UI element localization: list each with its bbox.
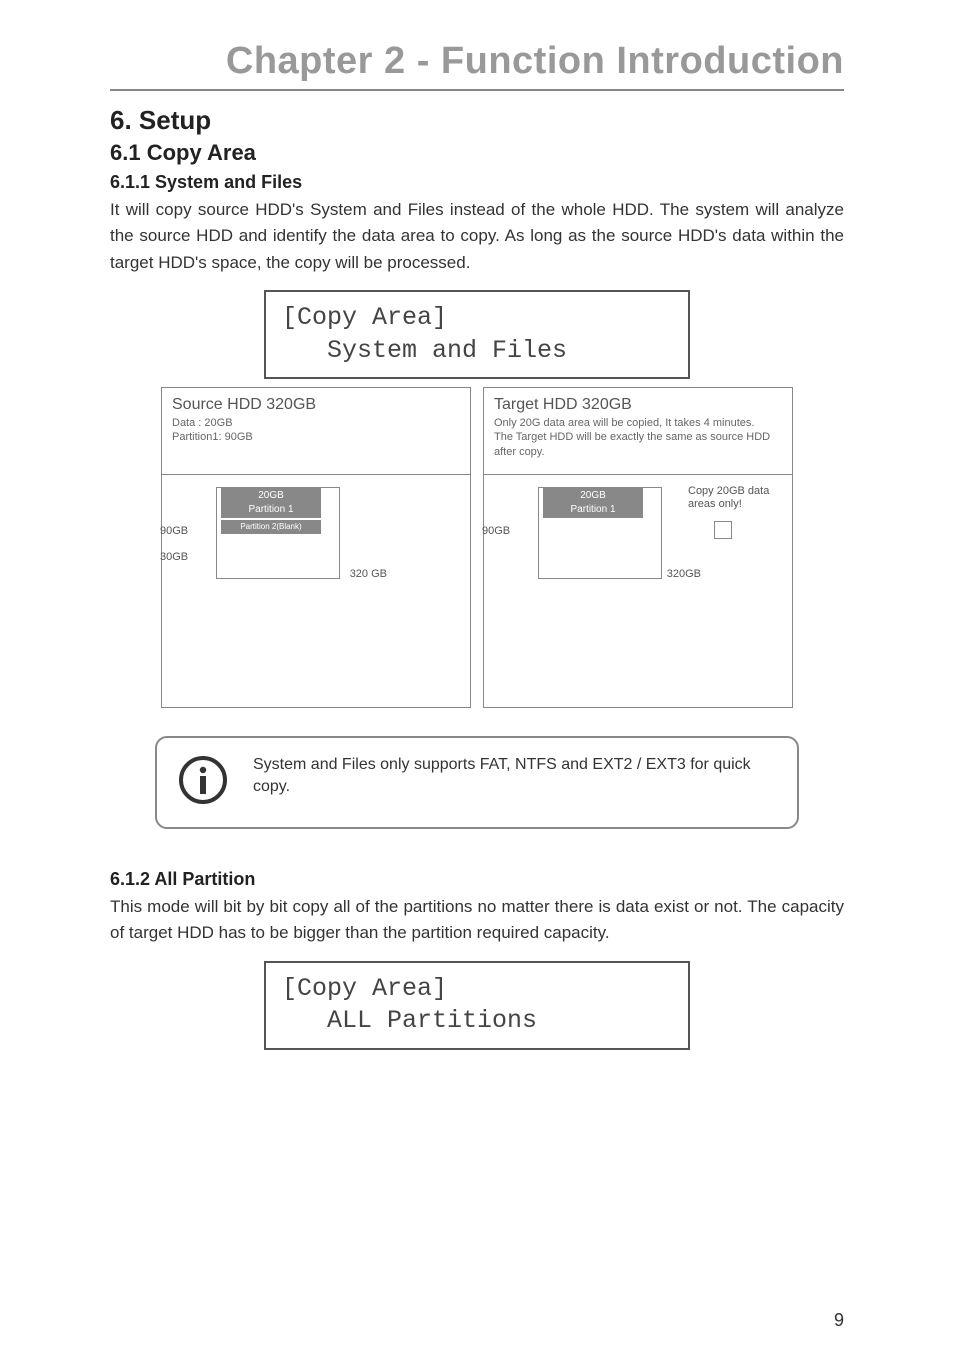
paragraph-system-and-files: It will copy source HDD's System and Fil… (110, 197, 844, 276)
chapter-title: Chapter 2 - Function Introduction (110, 40, 844, 91)
target-left-label-1: 90GB (482, 525, 510, 537)
info-note-box: System and Files only supports FAT, NTFS… (155, 736, 799, 829)
heading-system-and-files: 6.1.1 System and Files (110, 172, 844, 193)
target-hdd-sub2: The Target HDD will be exactly the same … (494, 430, 782, 459)
target-callout-box (714, 521, 732, 539)
target-total-label: 320GB (667, 568, 701, 580)
target-hdd-illustration: 320GB 90GB 20GB Partition 1 (524, 487, 694, 519)
source-left-label-1: 90GB (160, 525, 188, 537)
source-left-label-2: 30GB (160, 551, 188, 563)
target-hdd-card: Target HDD 320GB Only 20G data area will… (483, 387, 793, 708)
source-total-label: 320 GB (350, 568, 387, 580)
heading-setup: 6. Setup (110, 105, 844, 136)
lcd2-line-2: ALL Partitions (282, 1005, 672, 1038)
paragraph-all-partition: This mode will bit by bit copy all of th… (110, 894, 844, 947)
target-hdd-sub1: Only 20G data area will be copied, It ta… (494, 416, 782, 430)
info-note-text: System and Files only supports FAT, NTFS… (253, 754, 777, 799)
lcd-display-copy-area-system: [Copy Area] System and Files (264, 290, 690, 379)
source-hdd-sub2: Partition1: 90GB (172, 430, 460, 444)
heading-all-partition: 6.1.2 All Partition (110, 869, 844, 890)
target-hdd-title: Target HDD 320GB (494, 396, 782, 414)
source-hdd-card: Source HDD 320GB Data : 20GB Partition1:… (161, 387, 471, 708)
info-icon (177, 754, 229, 811)
source-hdd-sub1: Data : 20GB (172, 416, 460, 430)
source-disk-outline: 320 GB (216, 487, 340, 579)
target-disk-outline: 320GB (538, 487, 662, 579)
target-callout-text: Copy 20GB data areas only! (688, 485, 788, 511)
heading-copy-area: 6.1 Copy Area (110, 140, 844, 166)
lcd2-line-1: [Copy Area] (282, 973, 672, 1006)
source-hdd-illustration: 320 GB 90GB 30GB 20GB Partition 1 Partit… (202, 487, 372, 535)
source-hdd-title: Source HDD 320GB (172, 396, 460, 414)
lcd-line-1: [Copy Area] (282, 302, 672, 335)
lcd-display-copy-area-all: [Copy Area] ALL Partitions (264, 961, 690, 1050)
page-number: 9 (110, 1310, 844, 1331)
lcd-line-2: System and Files (282, 335, 672, 368)
hdd-diagram-row: Source HDD 320GB Data : 20GB Partition1:… (110, 387, 844, 708)
